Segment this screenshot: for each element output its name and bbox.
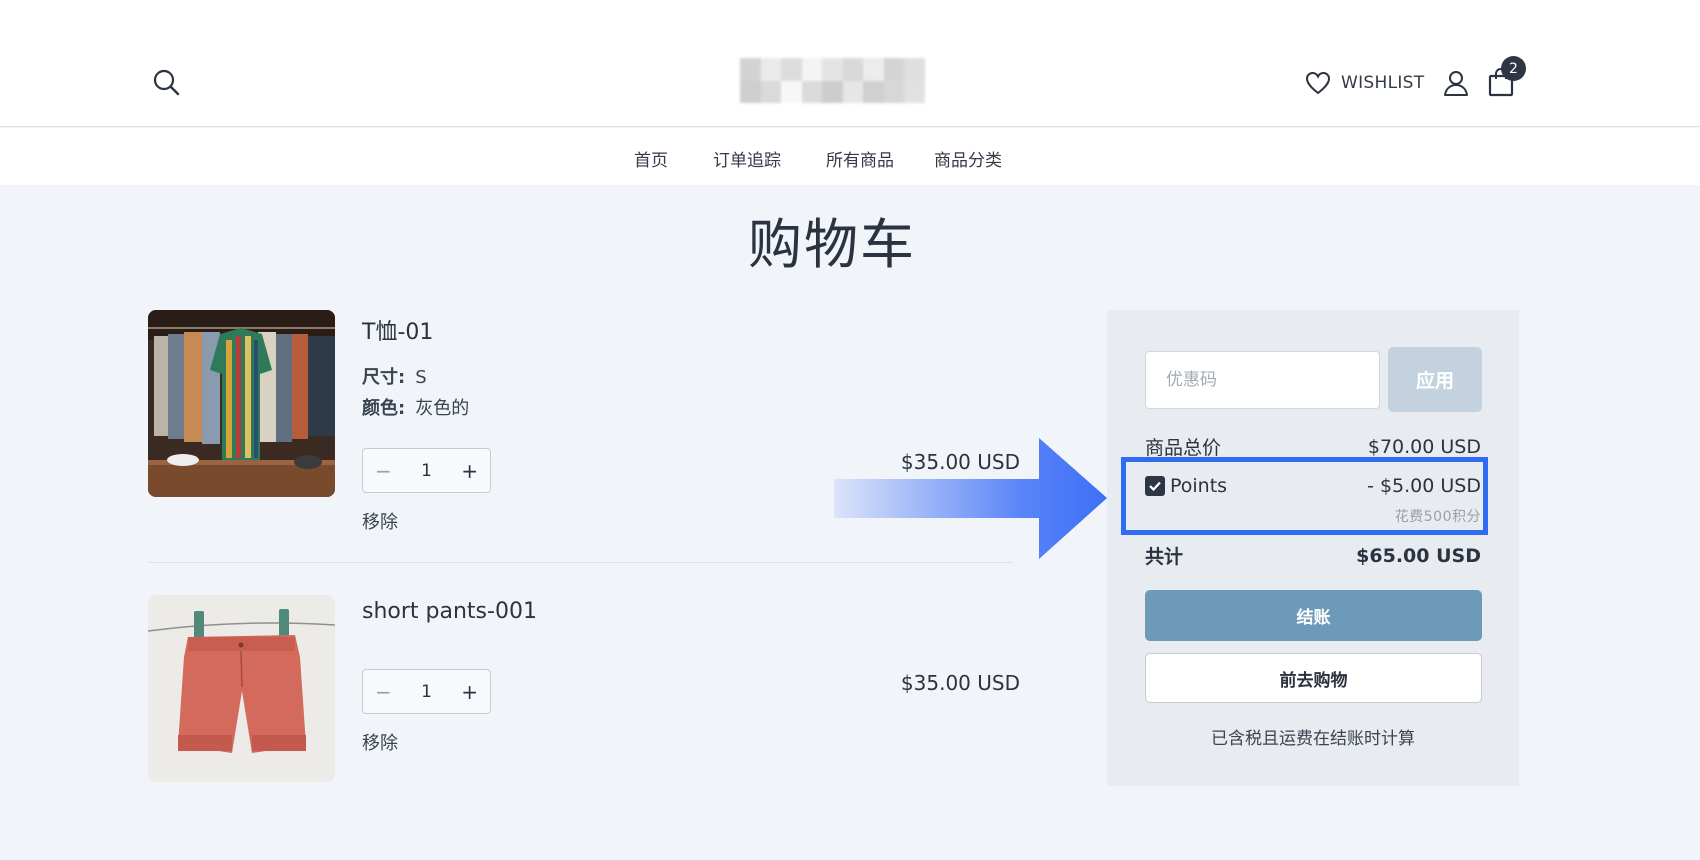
continue-shopping-button[interactable]: 前去购物: [1145, 653, 1482, 703]
subtotal-label: 商品总价: [1145, 437, 1222, 459]
wishlist-link[interactable]: WISHLIST: [1305, 69, 1424, 97]
order-summary: 应用 商品总价 $70.00 USD Points - $5.00 USD 花费…: [1107, 310, 1519, 786]
coupon-input[interactable]: [1145, 351, 1380, 409]
product-image-shirt[interactable]: [148, 310, 335, 497]
option-label: 尺寸:: [362, 367, 406, 388]
subtotal-row: 商品总价 $70.00 USD: [1145, 433, 1481, 460]
increase-quantity-button[interactable]: +: [461, 459, 478, 483]
nav-item-categories[interactable]: 商品分类: [934, 146, 1002, 171]
nav-item-home[interactable]: 首页: [634, 146, 668, 171]
product-option-size: 尺寸: S: [362, 363, 427, 389]
cart-item: short pants-001 − 1 + 移除 $35.00 USD: [148, 595, 1020, 795]
option-label: 颜色:: [362, 398, 406, 419]
heart-icon: [1305, 71, 1331, 95]
cart-count-badge: 2: [1501, 56, 1526, 81]
quantity-value[interactable]: 1: [421, 461, 432, 481]
arrow-right-icon: [834, 438, 1107, 559]
wishlist-label: WISHLIST: [1341, 73, 1425, 93]
subtotal-value: $70.00 USD: [1367, 435, 1481, 458]
quantity-stepper: − 1 +: [362, 669, 491, 714]
increase-quantity-button[interactable]: +: [461, 680, 478, 704]
search-icon[interactable]: [150, 66, 182, 98]
points-row: Points - $5.00 USD: [1145, 475, 1481, 497]
remove-item-link[interactable]: 移除: [362, 729, 398, 755]
points-toggle[interactable]: Points: [1145, 475, 1227, 497]
nav-item-order-tracking[interactable]: 订单追踪: [713, 146, 781, 171]
page-title: 购物车: [748, 213, 916, 276]
nav-item-all-products[interactable]: 所有商品: [826, 146, 894, 171]
line-price: $35.00 USD: [900, 671, 1020, 695]
account-icon[interactable]: [1441, 68, 1471, 98]
option-value: 灰色的: [415, 398, 470, 419]
decrease-quantity-button[interactable]: −: [375, 459, 392, 483]
checkout-button[interactable]: 结账: [1145, 590, 1482, 641]
apply-coupon-button[interactable]: 应用: [1388, 347, 1482, 412]
points-discount-value: - $5.00 USD: [1367, 475, 1481, 497]
main-nav: 首页 订单追踪 所有商品 商品分类: [0, 128, 1700, 185]
option-value: S: [415, 367, 427, 388]
total-row: 共计 $65.00 USD: [1145, 542, 1481, 569]
total-value: $65.00 USD: [1356, 544, 1481, 567]
remove-item-link[interactable]: 移除: [362, 508, 398, 534]
product-name[interactable]: short pants-001: [362, 599, 537, 624]
product-option-color: 颜色: 灰色的: [362, 394, 469, 420]
checkmark-icon: [1149, 481, 1161, 492]
total-label: 共计: [1145, 546, 1184, 568]
points-checkbox[interactable]: [1145, 476, 1165, 496]
quantity-stepper: − 1 +: [362, 448, 491, 493]
points-label: Points: [1170, 475, 1228, 497]
product-image-shorts[interactable]: [148, 595, 335, 782]
tax-shipping-note: 已含税且运费在结账时计算: [1211, 729, 1415, 749]
product-name[interactable]: T恤-01: [362, 314, 433, 346]
points-cost-note: 花费500积分: [1394, 509, 1481, 525]
site-header: WISHLIST 2: [0, 0, 1700, 127]
decrease-quantity-button[interactable]: −: [375, 680, 392, 704]
store-logo[interactable]: [740, 58, 925, 103]
quantity-value[interactable]: 1: [421, 682, 432, 702]
